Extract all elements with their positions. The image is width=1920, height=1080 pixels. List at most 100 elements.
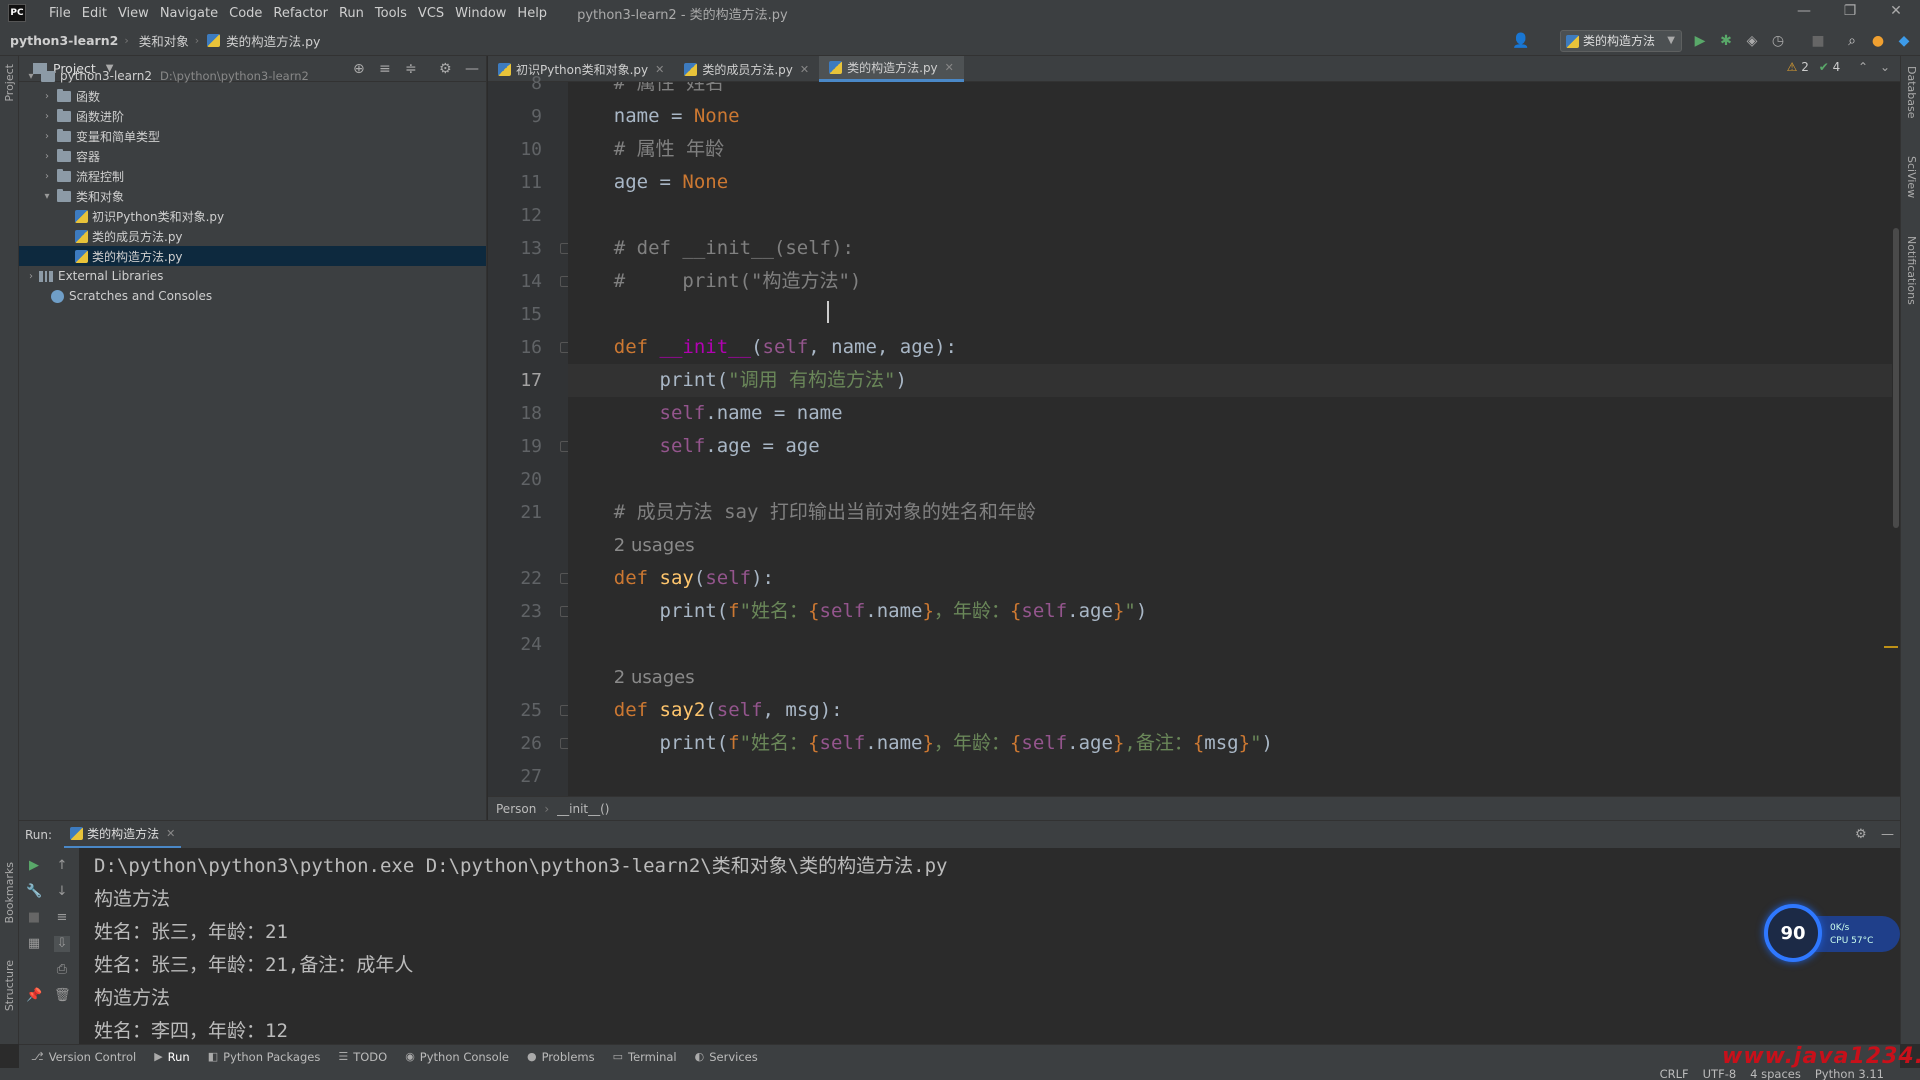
- chevron-right-icon[interactable]: ›: [41, 131, 53, 142]
- layout-icon[interactable]: ▦: [26, 936, 42, 952]
- menu-navigate[interactable]: Navigate: [160, 6, 218, 21]
- breadcrumb-project[interactable]: python3-learn2: [10, 33, 118, 48]
- menu-file[interactable]: File: [49, 6, 71, 21]
- gear-icon[interactable]: ⚙: [1855, 827, 1867, 842]
- chevron-right-icon[interactable]: ›: [41, 151, 53, 162]
- breadcrumb-folder[interactable]: 类和对象: [139, 31, 189, 50]
- editor-tab[interactable]: 类的成员方法.py ✕: [674, 56, 819, 82]
- menu-run[interactable]: Run: [339, 6, 364, 21]
- indent-setting[interactable]: 4 spaces: [1750, 1067, 1801, 1080]
- tool-tab-todo[interactable]: ☰ TODO: [338, 1050, 387, 1064]
- chevron-down-icon[interactable]: ▾: [41, 191, 53, 202]
- run-tab[interactable]: 类的构造方法 ✕: [64, 821, 182, 849]
- trash-icon[interactable]: 🗑: [54, 988, 71, 1004]
- code-crumb-method[interactable]: __init__(): [557, 802, 609, 816]
- code-line[interactable]: # print("构造方法"): [568, 265, 1892, 298]
- print-icon[interactable]: ⎙: [54, 962, 70, 978]
- tool-tab-run[interactable]: ▶ Run: [154, 1050, 190, 1064]
- menu-window[interactable]: Window: [455, 6, 506, 21]
- menu-help[interactable]: Help: [517, 6, 547, 21]
- pycharm-logo-icon[interactable]: PC: [8, 4, 26, 22]
- code-line[interactable]: def say2(self, msg):: [568, 694, 1892, 727]
- code-line[interactable]: self.age = age: [568, 430, 1892, 463]
- code-line[interactable]: def say(self):: [568, 562, 1892, 595]
- tool-tab-python-console[interactable]: ◉ Python Console: [405, 1050, 509, 1064]
- tree-folder[interactable]: › 容器: [19, 146, 486, 166]
- menu-vcs[interactable]: VCS: [418, 6, 444, 21]
- menu-code[interactable]: Code: [229, 6, 262, 21]
- code-editor[interactable]: # 属性 姓名 name = None # 属性 年龄 age = None #…: [568, 82, 1892, 796]
- breadcrumb-file[interactable]: 类的构造方法.py: [226, 31, 320, 50]
- chevron-right-icon[interactable]: ›: [25, 271, 37, 282]
- tree-scratches[interactable]: Scratches and Consoles: [19, 286, 486, 306]
- wrench-icon[interactable]: 🔧: [26, 884, 42, 900]
- chevron-right-icon[interactable]: ›: [41, 171, 53, 182]
- code-line[interactable]: [568, 298, 1892, 331]
- jetbrains-icon[interactable]: ◆: [1896, 33, 1912, 49]
- minimize-icon[interactable]: —: [1784, 3, 1824, 19]
- code-crumb-class[interactable]: Person: [496, 802, 536, 816]
- close-icon[interactable]: ✕: [945, 61, 954, 74]
- tool-tab-terminal[interactable]: ▭ Terminal: [613, 1050, 677, 1064]
- profile-icon[interactable]: ◷: [1770, 33, 1786, 49]
- code-line[interactable]: [568, 760, 1892, 793]
- stop-icon[interactable]: ■: [26, 910, 42, 926]
- bookmarks-tool-label[interactable]: Bookmarks: [3, 862, 16, 923]
- tree-file[interactable]: 类的成员方法.py: [19, 226, 486, 246]
- pin-icon[interactable]: 📌: [26, 988, 42, 1004]
- sciview-tool-label[interactable]: SciView: [1905, 156, 1918, 198]
- editor-tab[interactable]: 类的构造方法.py ✕: [819, 56, 964, 82]
- editor-scrollbar[interactable]: [1892, 82, 1900, 796]
- menu-view[interactable]: View: [118, 6, 149, 21]
- close-icon[interactable]: ✕: [166, 827, 175, 840]
- rerun-icon[interactable]: ▶: [26, 858, 42, 874]
- code-line[interactable]: name = None: [568, 100, 1892, 133]
- tool-tab-python-packages[interactable]: ◧ Python Packages: [208, 1050, 321, 1064]
- code-line[interactable]: print("调用 有构造方法"): [568, 364, 1892, 397]
- tree-folder[interactable]: ▾ 类和对象: [19, 186, 486, 206]
- stop-icon[interactable]: ■: [1810, 33, 1826, 49]
- arrow-up-icon[interactable]: ↑: [54, 858, 70, 874]
- chevron-down-icon[interactable]: ▾: [25, 71, 37, 82]
- code-line[interactable]: # def __init__(self):: [568, 232, 1892, 265]
- code-line[interactable]: [568, 463, 1892, 496]
- debug-icon[interactable]: ✱: [1718, 33, 1734, 49]
- chevron-right-icon[interactable]: ›: [41, 91, 53, 102]
- close-window-icon[interactable]: ✕: [1876, 3, 1916, 19]
- chevron-right-icon[interactable]: ›: [41, 111, 53, 122]
- menu-tools[interactable]: Tools: [375, 6, 407, 21]
- code-line[interactable]: # 成员方法 say 打印输出当前对象的姓名和年龄: [568, 496, 1892, 529]
- chevron-up-icon[interactable]: ⌃: [1858, 60, 1868, 74]
- code-line[interactable]: self.name = name: [568, 397, 1892, 430]
- code-line[interactable]: print(f"姓名：{self.name}，年龄：{self.age},备注：…: [568, 727, 1892, 760]
- tool-tab-version-control[interactable]: ⎇ Version Control: [31, 1050, 136, 1064]
- inspection-widget[interactable]: ⚠ 2 ✔ 4 ⌃ ⌄: [1787, 60, 1890, 74]
- tree-folder[interactable]: › 变量和简单类型: [19, 126, 486, 146]
- warning-marker[interactable]: [1884, 646, 1898, 648]
- menu-refactor[interactable]: Refactor: [273, 6, 328, 21]
- run-configuration-select[interactable]: 类的构造方法 ▼: [1560, 30, 1682, 52]
- chevron-down-icon[interactable]: ⌄: [1880, 60, 1890, 74]
- user-icon[interactable]: 👤: [1512, 33, 1529, 49]
- tree-file[interactable]: 类的构造方法.py: [19, 246, 486, 266]
- tool-tab-services[interactable]: ◐ Services: [695, 1050, 758, 1064]
- hide-panel-icon[interactable]: —: [1881, 827, 1894, 842]
- scroll-to-end-icon[interactable]: ⇩: [54, 936, 70, 952]
- restore-icon[interactable]: ❐: [1830, 3, 1870, 19]
- code-usages-hint[interactable]: 2 usages: [568, 529, 1892, 562]
- close-icon[interactable]: ✕: [800, 63, 809, 76]
- notifications-tool-label[interactable]: Notifications: [1905, 236, 1918, 305]
- tool-tab-problems[interactable]: ● Problems: [527, 1050, 595, 1064]
- update-icon[interactable]: ●: [1870, 33, 1886, 49]
- run-icon[interactable]: ▶: [1692, 33, 1708, 49]
- tree-folder[interactable]: › 函数进阶: [19, 106, 486, 126]
- code-line[interactable]: print(f"姓名：{self.name}，年龄：{self.age}"): [568, 595, 1892, 628]
- close-icon[interactable]: ✕: [655, 63, 664, 76]
- tree-folder[interactable]: › 流程控制: [19, 166, 486, 186]
- structure-tool-label[interactable]: Structure: [3, 960, 16, 1011]
- tree-file[interactable]: 初识Python类和对象.py: [19, 206, 486, 226]
- arrow-down-icon[interactable]: ↓: [54, 884, 70, 900]
- project-tool-label[interactable]: Project: [3, 64, 16, 102]
- database-tool-label[interactable]: Database: [1905, 66, 1918, 119]
- python-interpreter[interactable]: Python 3.11: [1815, 1067, 1884, 1080]
